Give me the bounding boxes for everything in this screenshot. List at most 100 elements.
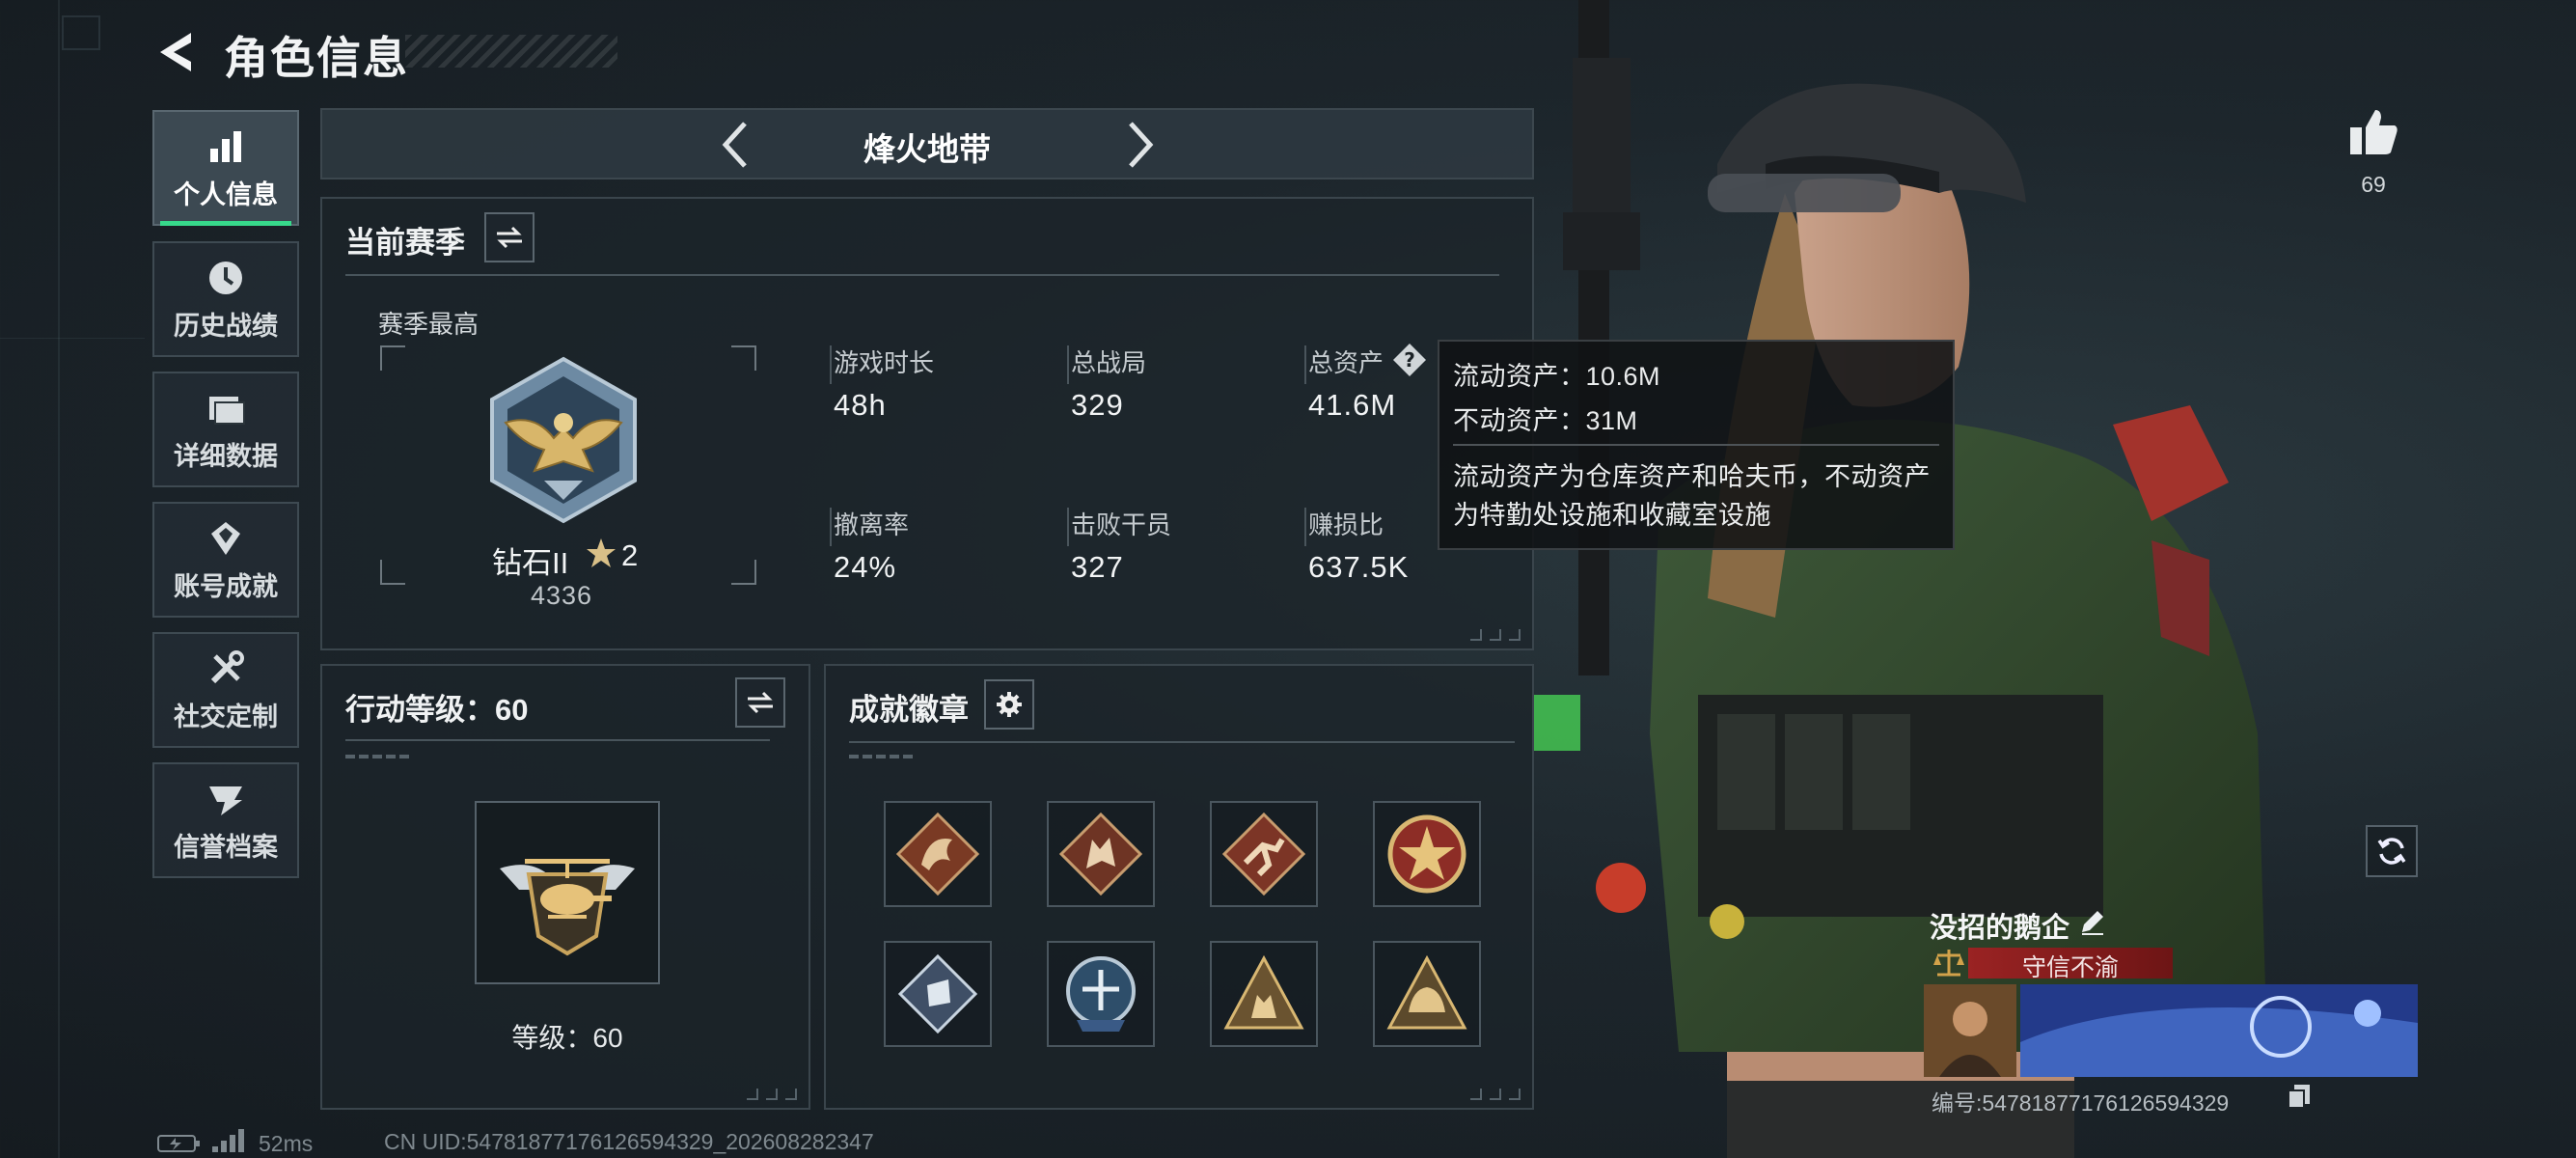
- stat-separator: [1067, 345, 1069, 384]
- action-level-panel: 行动等级：60 等级：60: [320, 664, 810, 1110]
- sidebar-item-personal-info[interactable]: 个人信息: [152, 110, 299, 226]
- achievement-icon: [204, 517, 248, 560]
- page-title: 角色信息: [224, 33, 409, 83]
- sidebar-item-label: 历史战绩: [174, 311, 278, 341]
- frame-corner: [380, 560, 405, 585]
- swap-icon: [497, 226, 522, 249]
- like-count: 69: [2361, 172, 2386, 197]
- season-title: 当前赛季: [345, 226, 465, 260]
- stat-label: 撤离率: [834, 510, 910, 539]
- player-name: 没招的鹅企: [1930, 913, 2070, 944]
- frame-corner: [731, 560, 756, 585]
- decor-square: [62, 15, 100, 50]
- decor-line: [0, 338, 145, 339]
- gear-icon: [997, 692, 1022, 717]
- player-title: 守信不渝: [2021, 954, 2119, 981]
- achievements-settings-button[interactable]: [984, 679, 1034, 730]
- sidebar-item-account-achievements[interactable]: 账号成就: [152, 502, 299, 618]
- asset-tooltip: 流动资产：10.6M 不动资产：31M 流动资产为仓库资产和哈夫币，不动资产 为…: [1438, 340, 1955, 550]
- panel-corner-decor: [1470, 1089, 1521, 1100]
- action-level-switch-button[interactable]: [735, 677, 785, 728]
- rank-points: 4336: [531, 581, 593, 610]
- season-panel: 当前赛季 赛季最高 钻石II 2 4336 游戏时长 48h 总战局 329 总…: [320, 197, 1534, 650]
- tooltip-divider: [1453, 444, 1939, 446]
- stat-label: 总资产: [1308, 348, 1384, 377]
- folder-data-icon: [204, 387, 248, 429]
- title-decoration: [405, 35, 617, 68]
- copy-icon: [2288, 1085, 2310, 1109]
- help-icon[interactable]: ?: [1391, 342, 1428, 378]
- sidebar-item-label: 账号成就: [174, 571, 278, 601]
- player-card[interactable]: [1924, 984, 2418, 1077]
- shield-emblem-badge-icon[interactable]: [1047, 941, 1155, 1047]
- stat-separator: [830, 345, 832, 384]
- like-button[interactable]: [2346, 104, 2400, 158]
- bar-chart-icon: [204, 125, 248, 168]
- divider: [849, 741, 1515, 743]
- mode-title: 烽火地带: [863, 131, 991, 167]
- level-emblem-frame: [475, 801, 660, 984]
- decor-line: [58, 0, 60, 1158]
- uid-text: CN UID:5478187717612659432​9_20260828234…: [384, 1129, 874, 1154]
- achievements-panel: 成就徽章: [824, 664, 1534, 1110]
- sidebar-item-social-custom[interactable]: 社交定制: [152, 632, 299, 748]
- stat-value: 637.5K: [1308, 550, 1410, 584]
- action-level-title: 行动等级：60: [345, 693, 529, 727]
- refresh-button[interactable]: [2366, 825, 2418, 877]
- back-button[interactable]: [152, 27, 201, 77]
- divider: [345, 274, 1499, 276]
- level-text: 等级：60: [511, 1023, 623, 1053]
- copy-id-button[interactable]: [2287, 1083, 2312, 1110]
- star-icon: [585, 537, 617, 569]
- stat-separator: [1067, 508, 1069, 546]
- helmet-badge-icon[interactable]: [1373, 941, 1481, 1047]
- stat-label: 赚损比: [1308, 510, 1384, 539]
- star-medal-badge-icon[interactable]: [1373, 801, 1481, 907]
- ping-text: 52ms: [259, 1131, 314, 1156]
- panel-corner-decor: [1470, 629, 1521, 641]
- rank-emblem-icon: [477, 355, 650, 525]
- stat-value: 41.6M: [1308, 388, 1397, 422]
- crystal-badge-icon[interactable]: [884, 941, 992, 1047]
- battery-icon: [156, 1133, 203, 1154]
- stat-separator: [830, 508, 832, 546]
- frame-corner: [380, 345, 405, 371]
- tooltip-liquid-assets: 流动资产：10.6M: [1453, 362, 1661, 391]
- mode-selector: 烽火地带: [320, 108, 1534, 179]
- refresh-icon: [2377, 838, 2406, 865]
- stat-value: 48h: [834, 388, 887, 422]
- frame-corner: [731, 345, 756, 371]
- helicopter-emblem-icon: [500, 859, 635, 956]
- stat-separator: [1304, 345, 1306, 384]
- dragon-badge-icon[interactable]: [884, 801, 992, 907]
- next-mode-button[interactable]: [1110, 116, 1167, 174]
- sidebar-item-credit-archive[interactable]: 信誉档案: [152, 762, 299, 878]
- stat-label: 游戏时长: [834, 348, 935, 377]
- svg-text:?: ?: [1404, 348, 1415, 372]
- edit-name-button[interactable]: [2078, 907, 2107, 936]
- swap-icon: [748, 691, 773, 714]
- season-switch-button[interactable]: [484, 212, 534, 262]
- stat-label: 总战局: [1071, 348, 1147, 377]
- stat-value: 329: [1071, 388, 1124, 422]
- wolf-badge-icon[interactable]: [1047, 801, 1155, 907]
- divider: [345, 739, 770, 741]
- signal-icon: [210, 1129, 247, 1154]
- stat-separator: [1304, 508, 1306, 546]
- tooltip-fixed-assets: 不动资产：31M: [1453, 406, 1638, 435]
- sidebar-item-match-history[interactable]: 历史战绩: [152, 241, 299, 357]
- decor-bars: [849, 755, 917, 758]
- stat-value: 327: [1071, 550, 1124, 584]
- stat-value: 24%: [834, 550, 897, 584]
- panel-corner-decor: [747, 1089, 797, 1100]
- squad-badge-icon[interactable]: [1210, 941, 1318, 1047]
- runner-badge-icon[interactable]: [1210, 801, 1318, 907]
- rank-stars: 2: [621, 538, 639, 572]
- rank-name: 钻石II: [492, 546, 569, 580]
- sidebar-item-detailed-data[interactable]: 详细数据: [152, 372, 299, 487]
- player-id: 编号:5478187717612659432​9: [1932, 1090, 2230, 1116]
- sidebar-item-label: 信誉档案: [174, 832, 278, 862]
- tools-icon: [204, 648, 248, 690]
- sidebar-item-label: 个人信息: [174, 179, 278, 209]
- sidebar-item-label: 社交定制: [174, 702, 278, 731]
